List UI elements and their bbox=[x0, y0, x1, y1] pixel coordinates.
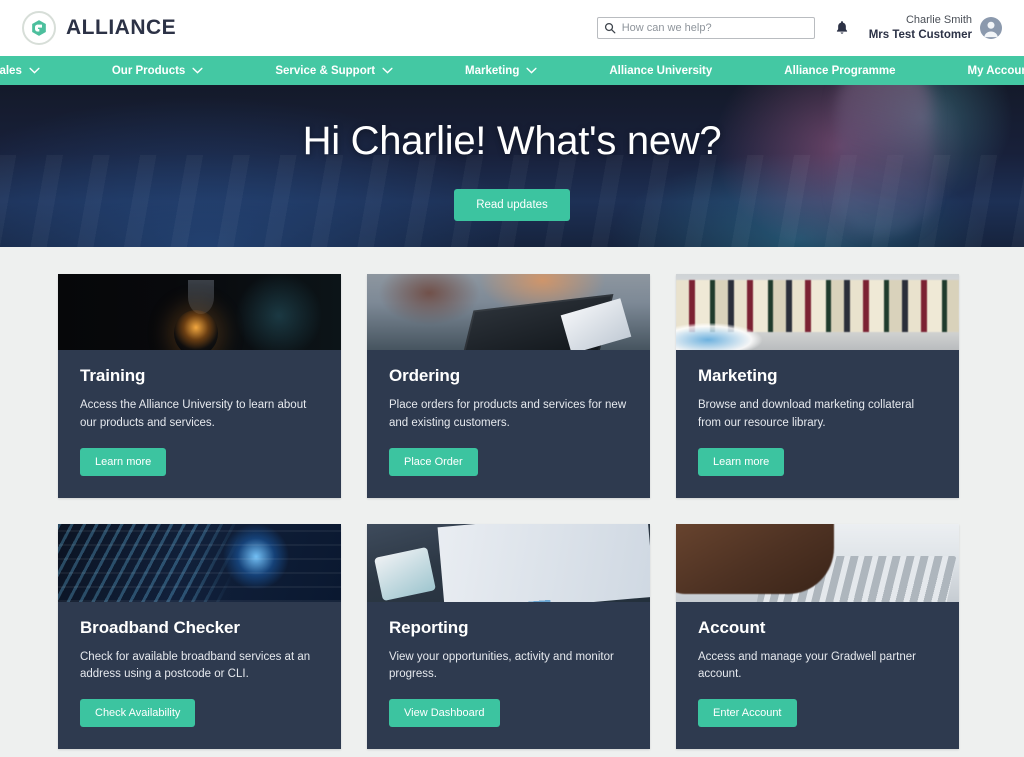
account-company-name: Mrs Test Customer bbox=[868, 28, 972, 41]
chevron-down-icon bbox=[382, 67, 393, 74]
chevron-down-icon bbox=[29, 67, 40, 74]
nav-item-sales[interactable]: Sales bbox=[0, 56, 76, 85]
card-title: Broadband Checker bbox=[80, 617, 240, 637]
read-updates-button[interactable]: Read updates bbox=[454, 189, 570, 221]
card-description: Browse and download marketing collateral… bbox=[698, 399, 915, 429]
hero-heading: Hi Charlie! What's new? bbox=[302, 119, 722, 163]
nav-label: Alliance University bbox=[609, 64, 713, 77]
chevron-down-icon bbox=[526, 67, 537, 74]
nav-item-service-support[interactable]: Service & Support bbox=[239, 56, 429, 85]
search-input[interactable] bbox=[621, 22, 808, 34]
card-description: View your opportunities, activity and mo… bbox=[389, 650, 614, 681]
card-action-button[interactable]: View Dashboard bbox=[389, 699, 500, 728]
card-image bbox=[58, 523, 341, 602]
card-ordering[interactable]: Ordering Place orders for products and s… bbox=[367, 274, 650, 498]
card-action-button[interactable]: Learn more bbox=[698, 447, 785, 476]
lightbulb-photo bbox=[58, 274, 341, 350]
chevron-down-icon bbox=[192, 67, 203, 74]
card-reporting[interactable]: Reporting View your opportunities, activ… bbox=[367, 523, 650, 750]
card-description: Access the Alliance University to learn … bbox=[80, 399, 307, 429]
search-icon bbox=[604, 22, 616, 34]
card-image bbox=[367, 274, 650, 350]
network-cables-photo bbox=[58, 523, 341, 602]
search-box[interactable] bbox=[596, 17, 815, 39]
card-action-button[interactable]: Enter Account bbox=[698, 699, 797, 728]
card-title: Ordering bbox=[389, 366, 460, 385]
card-broadband-checker[interactable]: Broadband Checker Check for available br… bbox=[58, 523, 341, 750]
bookshelf-photo bbox=[676, 274, 959, 350]
card-action-button[interactable]: Check Availability bbox=[80, 699, 196, 728]
main-navigation: Sales Our Products Service & Support Mar… bbox=[0, 56, 1024, 85]
account-user-name: Charlie Smith bbox=[905, 13, 972, 26]
card-image bbox=[676, 274, 959, 350]
main-content: Training Access the Alliance University … bbox=[0, 247, 1024, 755]
card-image bbox=[676, 523, 959, 602]
user-avatar-icon[interactable] bbox=[980, 17, 1002, 39]
card-description: Check for available broadband services a… bbox=[80, 650, 311, 681]
brand-logo[interactable]: ALLIANCE bbox=[22, 11, 176, 45]
nav-label: Marketing bbox=[465, 64, 520, 77]
card-title: Reporting bbox=[389, 617, 469, 637]
calculator-desk-photo bbox=[367, 274, 650, 350]
card-training[interactable]: Training Access the Alliance University … bbox=[58, 274, 341, 498]
nav-item-our-products[interactable]: Our Products bbox=[76, 56, 239, 85]
charts-paperwork-photo bbox=[367, 523, 650, 602]
card-title: Account bbox=[698, 617, 766, 637]
nav-item-alliance-programme[interactable]: Alliance Programme bbox=[748, 56, 931, 85]
alliance-g-logo-icon bbox=[22, 11, 56, 45]
card-action-button[interactable]: Place Order bbox=[389, 447, 478, 476]
card-action-button[interactable]: Learn more bbox=[80, 447, 167, 476]
card-description: Place orders for products and services f… bbox=[389, 399, 627, 429]
card-body: Training Access the Alliance University … bbox=[58, 350, 341, 498]
card-title: Training bbox=[80, 366, 146, 385]
feature-card-grid: Training Access the Alliance University … bbox=[58, 274, 966, 750]
nav-label: Service & Support bbox=[275, 64, 376, 77]
nav-item-alliance-university[interactable]: Alliance University bbox=[573, 56, 748, 85]
card-image bbox=[58, 274, 341, 350]
hands-laptop-photo bbox=[676, 523, 959, 602]
nav-label: Sales bbox=[0, 64, 22, 77]
nav-label: My Account bbox=[967, 64, 1024, 77]
hero-banner: Hi Charlie! What's new? Read updates bbox=[0, 85, 1024, 247]
hero-finger-graphic bbox=[836, 85, 932, 234]
site-header: ALLIANCE Charlie Smith Mrs Test Customer bbox=[0, 0, 1024, 56]
card-account[interactable]: Account Access and manage your Gradwell … bbox=[676, 523, 959, 750]
nav-label: Our Products bbox=[111, 64, 186, 77]
account-menu[interactable]: Charlie Smith Mrs Test Customer bbox=[869, 14, 1002, 42]
account-text: Charlie Smith Mrs Test Customer bbox=[869, 14, 972, 42]
card-marketing[interactable]: Marketing Browse and download marketing … bbox=[676, 274, 959, 498]
card-body: Broadband Checker Check for available br… bbox=[58, 602, 341, 750]
card-body: Reporting View your opportunities, activ… bbox=[367, 602, 650, 750]
bell-icon[interactable] bbox=[833, 20, 851, 36]
nav-item-marketing[interactable]: Marketing bbox=[429, 56, 573, 85]
card-body: Ordering Place orders for products and s… bbox=[367, 350, 650, 498]
card-image bbox=[367, 523, 650, 602]
nav-item-my-account[interactable]: My Account bbox=[931, 56, 1024, 85]
card-body: Account Access and manage your Gradwell … bbox=[676, 602, 959, 750]
card-description: Access and manage your Gradwell partner … bbox=[698, 650, 916, 681]
brand-name: ALLIANCE bbox=[66, 16, 177, 39]
header-actions: Charlie Smith Mrs Test Customer bbox=[596, 14, 1002, 42]
card-title: Marketing bbox=[698, 366, 778, 385]
nav-label: Alliance Programme bbox=[784, 64, 896, 77]
card-body: Marketing Browse and download marketing … bbox=[676, 350, 959, 498]
